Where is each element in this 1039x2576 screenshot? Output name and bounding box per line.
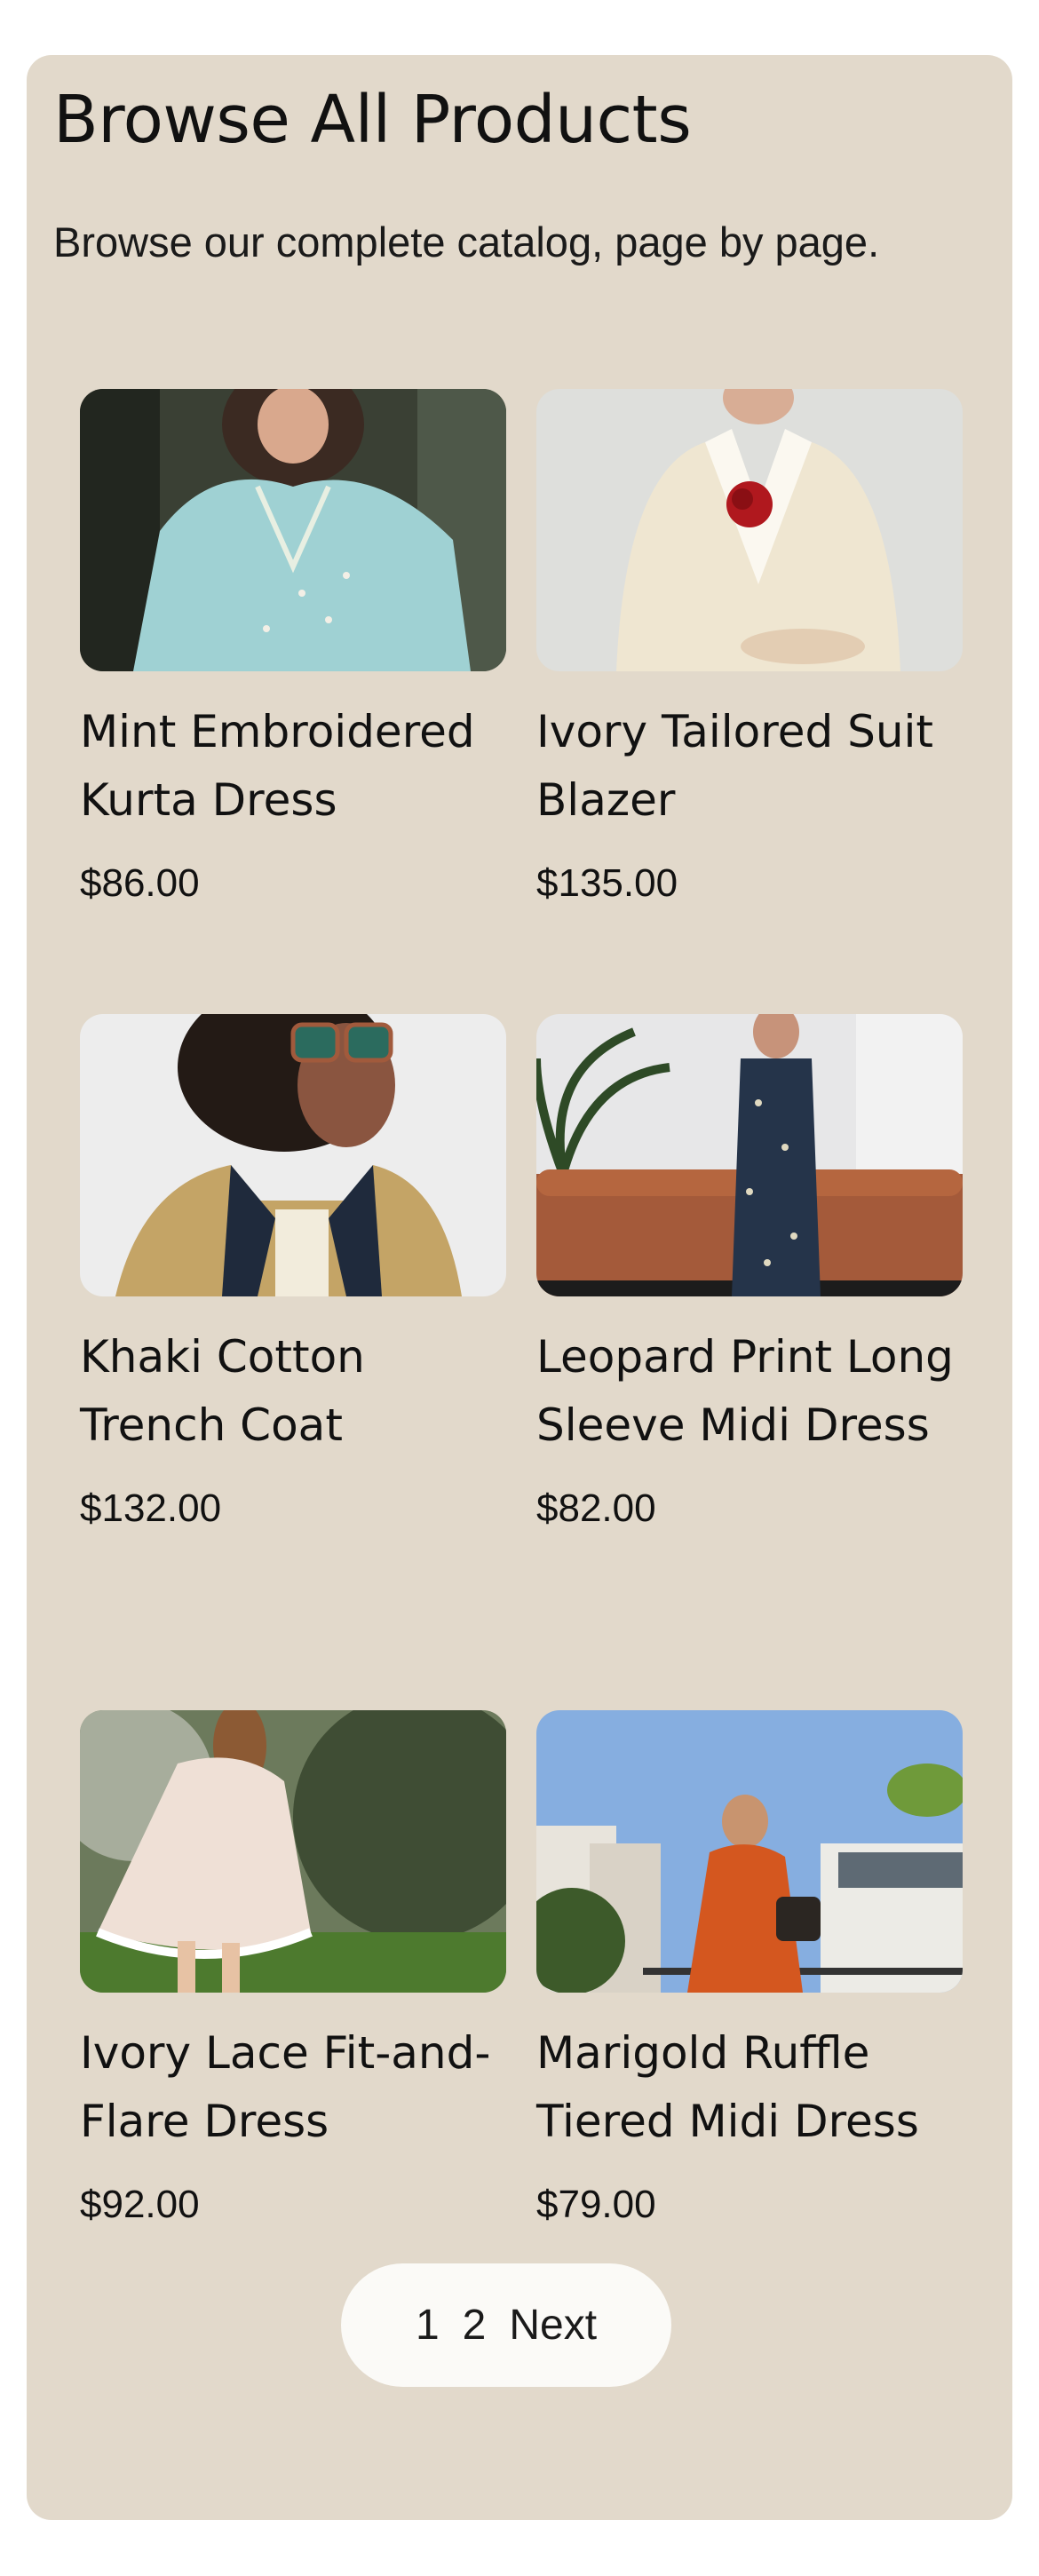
page-2-link[interactable]: 2 — [463, 2301, 487, 2350]
product-image[interactable] — [80, 389, 506, 671]
product-price: $92.00 — [80, 2183, 200, 2226]
product-name[interactable]: Mint Embroidered Kurta Dress — [80, 698, 506, 835]
product-price: $79.00 — [536, 2183, 656, 2226]
product-price: $135.00 — [536, 861, 678, 905]
product-card[interactable]: Khaki Cotton Trench Coat $132.00 — [80, 1014, 506, 1531]
product-card[interactable]: Ivory Tailored Suit Blazer $135.00 — [536, 389, 963, 906]
product-price: $132.00 — [80, 1486, 222, 1530]
product-card[interactable]: Ivory Lace Fit-and-Flare Dress $92.00 — [80, 1710, 506, 2227]
product-price: $82.00 — [536, 1486, 656, 1530]
product-image[interactable] — [536, 389, 963, 671]
product-image[interactable] — [536, 1014, 963, 1296]
page-subtitle: Browse our complete catalog, page by pag… — [53, 218, 880, 266]
product-image[interactable] — [536, 1710, 963, 1993]
page-title: Browse All Products — [53, 82, 692, 158]
next-page-link[interactable]: Next — [509, 2301, 597, 2350]
pagination: 1 2 Next — [341, 2263, 671, 2387]
product-name[interactable]: Khaki Cotton Trench Coat — [80, 1323, 506, 1460]
product-name[interactable]: Leopard Print Long Sleeve Midi Dress — [536, 1323, 963, 1460]
page-1-link[interactable]: 1 — [416, 2301, 440, 2350]
product-image[interactable] — [80, 1014, 506, 1296]
product-name[interactable]: Marigold Ruffle Tiered Midi Dress — [536, 2019, 963, 2156]
product-name[interactable]: Ivory Tailored Suit Blazer — [536, 698, 963, 835]
product-card[interactable]: Marigold Ruffle Tiered Midi Dress $79.00 — [536, 1710, 963, 2227]
product-image[interactable] — [80, 1710, 506, 1993]
product-name[interactable]: Ivory Lace Fit-and-Flare Dress — [80, 2019, 506, 2156]
product-card[interactable]: Mint Embroidered Kurta Dress $86.00 — [80, 389, 506, 906]
product-card[interactable]: Leopard Print Long Sleeve Midi Dress $82… — [536, 1014, 963, 1531]
product-price: $86.00 — [80, 861, 200, 905]
